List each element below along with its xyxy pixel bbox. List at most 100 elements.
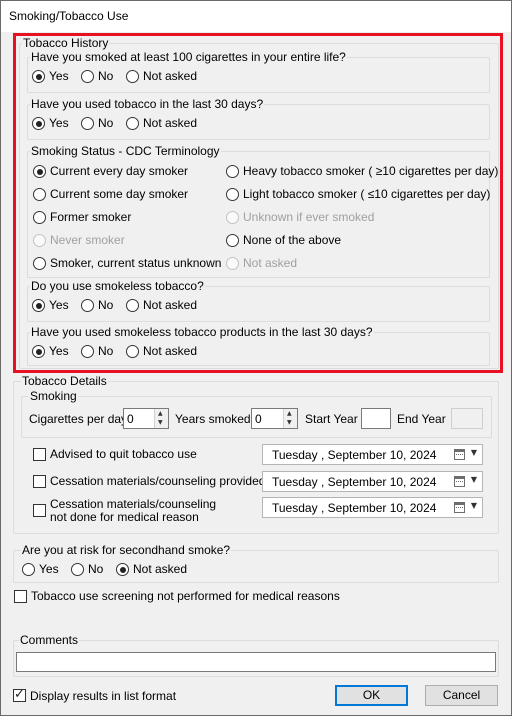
- title-bar: Smoking/Tobacco Use: [0, 0, 512, 32]
- arrow-up-icon[interactable]: ▲: [158, 410, 163, 417]
- status-current-some-day-radio[interactable]: [33, 188, 46, 201]
- status-light-radio[interactable]: [226, 188, 239, 201]
- calendar-icon[interactable]: [454, 476, 465, 487]
- advised-quit-label: Advised to quit tobacco use: [50, 447, 197, 461]
- chevron-down-icon[interactable]: ▼: [471, 501, 477, 510]
- cessation-not-done-checkbox[interactable]: [33, 504, 46, 517]
- smokeless30-no-radio[interactable]: [81, 345, 94, 358]
- smokeless30-no-label: No: [98, 344, 114, 358]
- q100-yes-radio[interactable]: [32, 70, 45, 83]
- smokeless30-not-asked-label: Not asked: [143, 344, 198, 358]
- status-heavy-label: Heavy tobacco smoker ( ≥10 cigarettes pe…: [243, 164, 499, 178]
- smokeless-not-asked-label: Not asked: [143, 298, 198, 312]
- status-unknown-ever-radio[interactable]: [226, 211, 239, 224]
- smokeless30-yes-label: Yes: [49, 344, 69, 358]
- calendar-icon[interactable]: [454, 449, 465, 460]
- status-current-some-day-label: Current some day smoker: [50, 187, 189, 201]
- cigarettes-stepper-buttons[interactable]: ▲ ▼: [154, 409, 168, 428]
- secondhand-not-asked-radio[interactable]: [116, 563, 129, 576]
- chevron-down-icon[interactable]: ▼: [471, 475, 477, 484]
- comments-title: Comments: [19, 633, 80, 647]
- smokeless-yes-label: Yes: [49, 298, 69, 312]
- display-list-format-checkbox[interactable]: [13, 687, 26, 702]
- comments-input[interactable]: [16, 652, 496, 672]
- cessation-provided-label: Cessation materials/counseling provided: [50, 474, 266, 488]
- q100-not-asked-label: Not asked: [143, 69, 198, 83]
- cessation-not-done-label-line2: not done for medical reason: [50, 510, 199, 524]
- secondhand-no-radio[interactable]: [71, 563, 84, 576]
- date-day: Tuesday: [272, 475, 318, 489]
- status-never-radio[interactable]: [33, 234, 46, 247]
- tobacco-history-title: Tobacco History: [22, 36, 110, 50]
- status-unknown-ever-label: Unknown if ever smoked: [243, 210, 375, 224]
- status-light-label: Light tobacco smoker ( ≤10 cigarettes pe…: [243, 187, 491, 201]
- smokeless30-yes-radio[interactable]: [32, 345, 45, 358]
- q30-yes-radio[interactable]: [32, 117, 45, 130]
- chevron-down-icon[interactable]: ▼: [471, 448, 477, 457]
- screening-not-performed-label: Tobacco use screening not performed for …: [31, 589, 340, 603]
- start-year-input[interactable]: [361, 408, 391, 429]
- arrow-down-icon[interactable]: ▼: [158, 419, 163, 426]
- years-smoked-value: 0: [255, 412, 262, 426]
- q100-question: Have you smoked at least 100 cigarettes …: [30, 50, 347, 64]
- secondhand-yes-radio[interactable]: [22, 563, 35, 576]
- status-unknown-current-radio[interactable]: [33, 257, 46, 270]
- advised-quit-checkbox[interactable]: [33, 448, 46, 461]
- cessation-not-done-label-line1: Cessation materials/counseling: [50, 497, 217, 511]
- cancel-button[interactable]: Cancel: [425, 685, 498, 706]
- date-text: , September 10, 2024: [321, 448, 437, 462]
- cigarettes-per-day-label: Cigarettes per day: [29, 412, 128, 426]
- cessation-not-done-date-picker[interactable]: Tuesday , September 10, 2024 ▼: [262, 497, 483, 518]
- years-smoked-stepper[interactable]: 0 ▲ ▼: [251, 408, 298, 429]
- smokeless-not-asked-radio[interactable]: [126, 299, 139, 312]
- status-unknown-current-label: Smoker, current status unknown: [50, 256, 222, 270]
- status-none-label: None of the above: [243, 233, 342, 247]
- years-smoked-label: Years smoked: [175, 412, 251, 426]
- status-not-asked-radio[interactable]: [226, 257, 239, 270]
- status-current-every-day-label: Current every day smoker: [50, 164, 189, 178]
- display-list-format-label: Display results in list format: [30, 689, 177, 703]
- status-current-every-day-radio[interactable]: [33, 165, 46, 178]
- secondhand-question: Are you at risk for secondhand smoke?: [21, 543, 232, 557]
- status-none-radio[interactable]: [226, 234, 239, 247]
- date-text: , September 10, 2024: [321, 501, 437, 515]
- status-former-label: Former smoker: [50, 210, 132, 224]
- ok-button[interactable]: OK: [335, 685, 408, 706]
- end-year-input[interactable]: [451, 408, 483, 429]
- window-title: Smoking/Tobacco Use: [9, 9, 129, 23]
- cessation-provided-checkbox[interactable]: [33, 475, 46, 488]
- secondhand-yes-label: Yes: [39, 562, 59, 576]
- smokeless30-not-asked-radio[interactable]: [126, 345, 139, 358]
- smokeless30-question: Have you used smokeless tobacco products…: [30, 325, 374, 339]
- end-year-label: End Year: [397, 412, 446, 426]
- cigarettes-per-day-stepper[interactable]: 0 ▲ ▼: [123, 408, 169, 429]
- status-former-radio[interactable]: [33, 211, 46, 224]
- screening-not-performed-checkbox[interactable]: [14, 590, 27, 603]
- smoking-status-title: Smoking Status - CDC Terminology: [30, 144, 221, 158]
- status-not-asked-label: Not asked: [243, 256, 298, 270]
- q30-no-label: No: [98, 116, 114, 130]
- tobacco-details-title: Tobacco Details: [21, 374, 108, 388]
- smokeless-no-radio[interactable]: [81, 299, 94, 312]
- status-never-label: Never smoker: [50, 233, 125, 247]
- advised-quit-date-picker[interactable]: Tuesday , September 10, 2024 ▼: [262, 444, 483, 465]
- secondhand-no-label: No: [88, 562, 104, 576]
- q100-yes-label: Yes: [49, 69, 69, 83]
- q30-no-radio[interactable]: [81, 117, 94, 130]
- cessation-provided-date-picker[interactable]: Tuesday , September 10, 2024 ▼: [262, 471, 483, 492]
- cigarettes-per-day-value: 0: [127, 412, 134, 426]
- q100-not-asked-radio[interactable]: [126, 70, 139, 83]
- smokeless-yes-radio[interactable]: [32, 299, 45, 312]
- status-heavy-radio[interactable]: [226, 165, 239, 178]
- calendar-icon[interactable]: [454, 502, 465, 513]
- smoking-title: Smoking: [29, 389, 78, 403]
- date-text: , September 10, 2024: [321, 475, 437, 489]
- date-day: Tuesday: [272, 448, 318, 462]
- date-day: Tuesday: [272, 501, 318, 515]
- arrow-up-icon[interactable]: ▲: [287, 410, 292, 417]
- years-stepper-buttons[interactable]: ▲ ▼: [283, 409, 297, 428]
- q100-no-radio[interactable]: [81, 70, 94, 83]
- arrow-down-icon[interactable]: ▼: [287, 419, 292, 426]
- q30-not-asked-radio[interactable]: [126, 117, 139, 130]
- smokeless-no-label: No: [98, 298, 114, 312]
